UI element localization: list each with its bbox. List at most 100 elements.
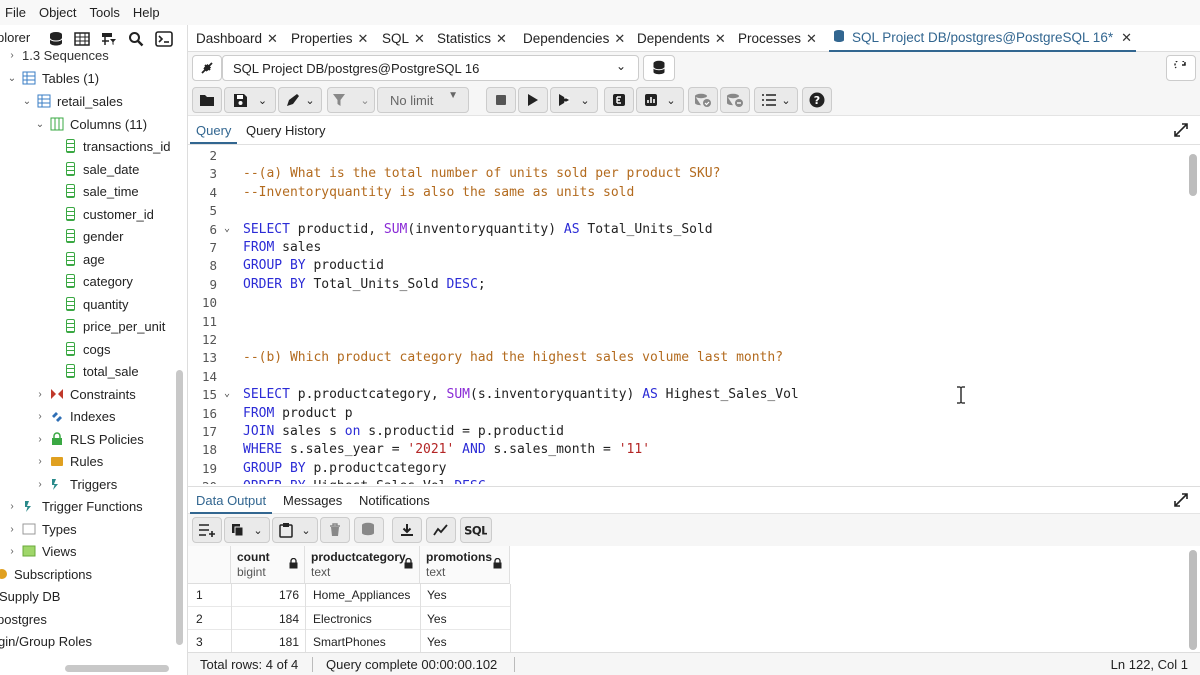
chevron-down-icon[interactable]: ⌄: [666, 94, 675, 107]
chevron-right-icon[interactable]: ›: [34, 434, 46, 445]
cell-productcategory[interactable]: Electronics: [313, 612, 372, 626]
table-row[interactable]: 3 181 SmartPhones Yes: [188, 630, 510, 652]
chevron-down-icon[interactable]: ⌄: [305, 94, 314, 107]
tab-notifications[interactable]: Notifications: [359, 493, 430, 508]
chevron-down-icon[interactable]: ⌄: [580, 94, 589, 107]
fold-chevron-icon[interactable]: ⌄: [224, 388, 230, 399]
expand-icon[interactable]: [1174, 123, 1188, 140]
table-row[interactable]: 2 184 Electronics Yes: [188, 607, 510, 630]
execute-button[interactable]: [518, 87, 548, 113]
tree-column-sale-time[interactable]: sale_time: [66, 180, 139, 202]
tree-item-rules[interactable]: › Rules: [34, 450, 103, 472]
chevron-right-icon[interactable]: ›: [34, 411, 46, 422]
save-file-button[interactable]: ⌄: [224, 87, 276, 113]
chevron-right-icon[interactable]: ›: [34, 456, 46, 467]
close-icon[interactable]: ✕: [1121, 30, 1132, 46]
menu-tools[interactable]: Tools: [90, 5, 120, 20]
tree-column-gender[interactable]: gender: [66, 225, 123, 247]
tree-item-sequences[interactable]: › 1.3 Sequences: [6, 46, 108, 64]
grid-scrollbar[interactable]: [1189, 550, 1197, 650]
commit-button[interactable]: [688, 87, 718, 113]
chevron-down-icon[interactable]: ⌄: [781, 94, 790, 107]
chevron-right-icon[interactable]: ›: [6, 501, 18, 512]
editor-scrollbar[interactable]: [1189, 154, 1197, 196]
chevron-right-icon[interactable]: ›: [34, 479, 46, 490]
fold-chevron-icon[interactable]: ⌄: [224, 223, 230, 234]
graph-visualiser-button[interactable]: [426, 517, 456, 543]
tree-column-sale-date[interactable]: sale_date: [66, 158, 139, 180]
menu-object[interactable]: Object: [39, 5, 77, 20]
tree-item-triggers[interactable]: › Triggers: [34, 473, 117, 495]
tree-column-total-sale[interactable]: total_sale: [66, 360, 139, 382]
close-icon[interactable]: ✕: [806, 31, 817, 47]
tree-item-indexes[interactable]: › Indexes: [34, 405, 115, 427]
close-icon[interactable]: ✕: [496, 31, 507, 47]
execute-script-button[interactable]: ⌄: [550, 87, 598, 113]
chevron-down-icon[interactable]: ⌄: [34, 119, 46, 130]
chevron-right-icon[interactable]: ›: [6, 546, 18, 557]
menu-help[interactable]: Help: [133, 5, 160, 20]
limit-select[interactable]: No limit ▼: [377, 87, 469, 113]
tree-item-login-group-roles[interactable]: gin/Group Roles: [0, 630, 92, 652]
search-icon[interactable]: [125, 28, 147, 50]
filter-button[interactable]: ⌄: [327, 87, 375, 113]
chevron-right-icon[interactable]: ›: [6, 50, 18, 61]
tree-item-trigger-functions[interactable]: › Trigger Functions: [6, 495, 142, 517]
tree-column-quantity[interactable]: quantity: [66, 293, 129, 315]
chevron-right-icon[interactable]: ›: [6, 524, 18, 535]
tab-query[interactable]: Query: [189, 123, 238, 144]
edit-button[interactable]: ⌄: [278, 87, 322, 113]
connection-select[interactable]: SQL Project DB/postgres@PostgreSQL 16 ⌄: [222, 55, 639, 81]
macros-button[interactable]: ⌄: [754, 87, 798, 113]
close-icon[interactable]: ✕: [715, 31, 726, 47]
refresh-button[interactable]: [1166, 55, 1196, 81]
tree-column-price-per-unit[interactable]: price_per_unit: [66, 315, 165, 337]
tree-column-age[interactable]: age: [66, 248, 105, 270]
new-connection-button[interactable]: [643, 55, 675, 81]
open-file-button[interactable]: [192, 87, 222, 113]
help-button[interactable]: ?: [802, 87, 832, 113]
tree-column-customer-id[interactable]: customer_id: [66, 203, 154, 225]
chevron-down-icon[interactable]: ⌄: [360, 94, 369, 107]
table-row[interactable]: 1 176 Home_Appliances Yes: [188, 584, 510, 607]
tree-item-types[interactable]: › Types: [6, 518, 76, 540]
chevron-down-icon[interactable]: ⌄: [253, 524, 262, 537]
menu-file[interactable]: File: [5, 5, 26, 20]
tab-query-history[interactable]: Query History: [246, 123, 325, 138]
close-icon[interactable]: ✕: [267, 31, 278, 47]
cell-count[interactable]: 176: [231, 588, 299, 602]
sql-button[interactable]: SQL: [460, 517, 492, 543]
expand-icon[interactable]: [1174, 493, 1188, 510]
tree-vertical-scrollbar[interactable]: [176, 370, 183, 645]
stop-button[interactable]: [486, 87, 516, 113]
tab-processes[interactable]: Processes ✕: [738, 25, 817, 52]
tree-item-columns[interactable]: ⌄ Columns (11): [34, 113, 147, 135]
tab-dependencies[interactable]: Dependencies ✕: [523, 25, 625, 52]
column-header-count[interactable]: count bigint: [231, 546, 305, 584]
tree-item-constraints[interactable]: › Constraints: [34, 383, 135, 405]
cell-count[interactable]: 184: [231, 612, 299, 626]
column-header-promotions[interactable]: promotions text: [420, 546, 510, 584]
sql-editor[interactable]: 2 3 4 5 6 ⌄ 7 8 9 10 11 12 13 14 15 ⌄ 16 17 18 19 20 --(a) W…: [188, 146, 1200, 484]
explain-button[interactable]: [604, 87, 634, 113]
cell-promotions[interactable]: Yes: [427, 588, 447, 602]
tree-column-category[interactable]: category: [66, 270, 133, 292]
paste-button[interactable]: ⌄: [272, 517, 318, 543]
tab-dependents[interactable]: Dependents ✕: [637, 25, 726, 52]
copy-button[interactable]: ⌄: [224, 517, 270, 543]
chevron-down-icon[interactable]: ⌄: [301, 524, 310, 537]
tree-item-postgres[interactable]: postgres: [0, 608, 47, 630]
delete-button[interactable]: [320, 517, 350, 543]
cell-promotions[interactable]: Yes: [427, 635, 447, 649]
chevron-down-icon[interactable]: ⌄: [21, 96, 33, 107]
column-header-productcategory[interactable]: productcategory text: [305, 546, 420, 584]
close-icon[interactable]: ✕: [358, 31, 369, 47]
connection-status-button[interactable]: [192, 55, 222, 81]
tree-item-views[interactable]: › Views: [6, 540, 76, 562]
tree-item-subscriptions[interactable]: Subscriptions: [0, 563, 92, 585]
chevron-down-icon[interactable]: ⌄: [6, 73, 18, 84]
explain-analyze-button[interactable]: ⌄: [636, 87, 684, 113]
tree-item-supply-db[interactable]: Supply DB: [0, 585, 60, 607]
tab-statistics[interactable]: Statistics ✕: [437, 25, 507, 52]
cell-productcategory[interactable]: Home_Appliances: [313, 588, 410, 602]
